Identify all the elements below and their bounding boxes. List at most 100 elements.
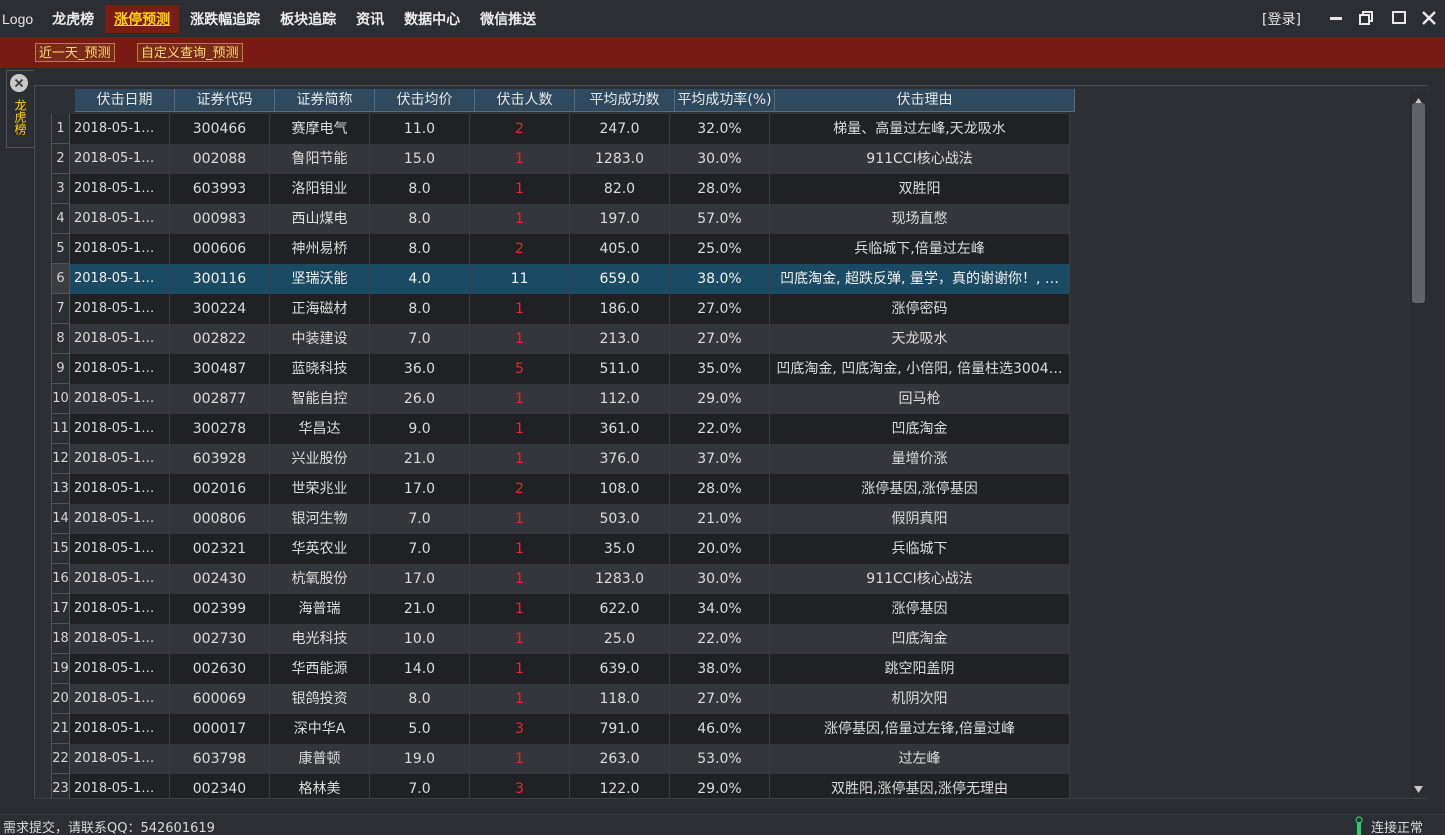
side-tab-longhubang[interactable]: 龙虎榜: [6, 70, 34, 148]
col-header-success-rate[interactable]: 平均成功率(%): [675, 89, 775, 112]
table-row[interactable]: 3 2018-05-1… 603993 洛阳钼业 8.0 1 82.0 28.0% 双胜阳: [51, 174, 1070, 204]
cell-date: 2018-05-1…: [70, 774, 170, 799]
scrollbar-thumb[interactable]: [1412, 103, 1425, 303]
col-header-price[interactable]: 伏击均价: [375, 89, 475, 112]
cell-reason: 过左峰: [770, 744, 1070, 774]
cell-count: 1: [470, 534, 570, 564]
table-row[interactable]: 14 2018-05-1… 000806 银河生物 7.0 1 503.0 21.0% 假阴真阳: [51, 504, 1070, 534]
status-contact-text: 需求提交，请联系QQ：542601619: [3, 821, 215, 835]
table-row[interactable]: 13 2018-05-1… 002016 世荣兆业 17.0 2 108.0 28.0% 涨停基…: [51, 474, 1070, 504]
table-row[interactable]: 8 2018-05-1… 002822 中装建设 7.0 1 213.0 27.0% 天龙吸水: [51, 324, 1070, 354]
table-row[interactable]: 5 2018-05-1… 000606 神州易桥 8.0 2 405.0 25.0% 兵临城下,…: [51, 234, 1070, 264]
cell-reason: 双胜阳: [770, 174, 1070, 204]
cell-code: 002430: [170, 564, 270, 594]
cell-date: 2018-05-1…: [70, 294, 170, 324]
cell-success-rate: 57.0%: [670, 204, 770, 234]
cell-date: 2018-05-1…: [70, 354, 170, 384]
col-header-name[interactable]: 证券简称: [275, 89, 375, 112]
table-row[interactable]: 12 2018-05-1… 603928 兴业股份 21.0 1 376.0 37.0% 量增价…: [51, 444, 1070, 474]
cell-avg-success: 82.0: [570, 174, 670, 204]
cell-date: 2018-05-1…: [70, 624, 170, 654]
cell-price: 8.0: [370, 174, 470, 204]
cell-reason: 911CCI核心战法: [770, 144, 1070, 174]
cell-reason: 凹底淘金, 凹底淘金, 小倍阳, 倍量柱选3004…: [770, 354, 1070, 384]
scroll-up-icon[interactable]: [1413, 92, 1424, 105]
row-number: 13: [51, 474, 70, 504]
table-row[interactable]: 16 2018-05-1… 002430 杭氧股份 17.0 1 1283.0 30.0% 91…: [51, 564, 1070, 594]
table-row[interactable]: 2 2018-05-1… 002088 鲁阳节能 15.0 1 1283.0 30.0% 911…: [51, 144, 1070, 174]
cell-price: 15.0: [370, 144, 470, 174]
row-number: 3: [51, 174, 70, 204]
table-row[interactable]: 22 2018-05-1… 603798 康普顿 19.0 1 263.0 53.0% 过左峰: [51, 744, 1070, 774]
menu-zhangting-yuce[interactable]: 涨停预测: [105, 4, 180, 33]
cell-price: 4.0: [370, 264, 470, 294]
menu-zixun[interactable]: 资讯: [347, 5, 393, 33]
cell-reason: 双胜阳,涨停基因,涨停无理由: [770, 774, 1070, 799]
cell-success-rate: 46.0%: [670, 714, 770, 744]
cell-name: 康普顿: [270, 744, 370, 774]
cell-avg-success: 511.0: [570, 354, 670, 384]
close-icon[interactable]: [10, 74, 28, 92]
cell-code: 002399: [170, 594, 270, 624]
login-link[interactable]: [登录]: [1262, 9, 1301, 29]
cell-count: 3: [470, 774, 570, 799]
col-header-code[interactable]: 证券代码: [175, 89, 275, 112]
row-number: 6: [51, 264, 70, 294]
close-icon[interactable]: [1419, 8, 1439, 28]
table-row[interactable]: 9 2018-05-1… 300487 蓝晓科技 36.0 5 511.0 35.0% 凹底淘金…: [51, 354, 1070, 384]
cell-price: 26.0: [370, 384, 470, 414]
col-header-count[interactable]: 伏击人数: [475, 89, 575, 112]
cell-reason: 量增价涨: [770, 444, 1070, 474]
horizontal-scrollbar[interactable]: [34, 798, 1427, 814]
cell-success-rate: 37.0%: [670, 444, 770, 474]
table-row[interactable]: 23 2018-05-1… 002340 格林美 7.0 3 122.0 29.0% 双胜阳,涨…: [51, 774, 1070, 799]
table-row[interactable]: 6 2018-05-1… 300116 坚瑞沃能 4.0 11 659.0 38.0% 凹底淘金…: [51, 264, 1070, 294]
table-row[interactable]: 19 2018-05-1… 002630 华西能源 14.0 1 639.0 38.0% 跳空阳…: [51, 654, 1070, 684]
cell-count: 1: [470, 654, 570, 684]
cell-avg-success: 1283.0: [570, 564, 670, 594]
cell-avg-success: 118.0: [570, 684, 670, 714]
table-row[interactable]: 18 2018-05-1… 002730 电光科技 10.0 1 25.0 22.0% 凹底淘金: [51, 624, 1070, 654]
cell-code: 600069: [170, 684, 270, 714]
cell-success-rate: 38.0%: [670, 654, 770, 684]
table-row[interactable]: 1 2018-05-1… 300466 赛摩电气 11.0 2 247.0 32.0% 梯量、高…: [51, 114, 1070, 144]
table-row[interactable]: 10 2018-05-1… 002877 智能自控 26.0 1 112.0 29.0% 回马枪: [51, 384, 1070, 414]
col-header-date[interactable]: 伏击日期: [75, 89, 175, 112]
menu-weixin-tuisong[interactable]: 微信推送: [471, 5, 545, 33]
table-row[interactable]: 20 2018-05-1… 600069 银鸽投资 8.0 1 118.0 27.0% 机阴次阳: [51, 684, 1070, 714]
cell-date: 2018-05-1…: [70, 474, 170, 504]
toolbar: 近一天_预测 自定义查询_预测: [0, 37, 1445, 68]
scroll-down-icon[interactable]: [1413, 780, 1424, 793]
menu-zhangdiefu-zhuizong[interactable]: 涨跌幅追踪: [181, 5, 269, 33]
table-row[interactable]: 17 2018-05-1… 002399 海普瑞 21.0 1 622.0 34.0% 涨停基因: [51, 594, 1070, 624]
minimize-icon[interactable]: [1326, 8, 1346, 28]
menu-bankuai-zhuizong[interactable]: 板块追踪: [271, 5, 345, 33]
custom-query-predict-button[interactable]: 自定义查询_预测: [137, 43, 243, 62]
cell-date: 2018-05-1…: [70, 234, 170, 264]
recent-day-predict-button[interactable]: 近一天_预测: [35, 43, 115, 62]
menu-shuju-zhongxin[interactable]: 数据中心: [395, 5, 469, 33]
cell-code: 300116: [170, 264, 270, 294]
cell-count: 1: [470, 684, 570, 714]
cell-code: 002321: [170, 534, 270, 564]
col-header-reason[interactable]: 伏击理由: [775, 89, 1075, 112]
cell-reason: 涨停密码: [770, 294, 1070, 324]
cell-reason: 涨停基因,倍量过左锋,倍量过峰: [770, 714, 1070, 744]
restore-icon[interactable]: [1357, 8, 1377, 28]
cell-count: 1: [470, 174, 570, 204]
cell-name: 中装建设: [270, 324, 370, 354]
cell-name: 格林美: [270, 774, 370, 799]
menu-longhubang[interactable]: 龙虎榜: [43, 5, 103, 33]
table-row[interactable]: 11 2018-05-1… 300278 华昌达 9.0 1 361.0 22.0% 凹底淘金: [51, 414, 1070, 444]
cell-reason: 涨停基因: [770, 594, 1070, 624]
vertical-scrollbar[interactable]: [1410, 91, 1427, 797]
cell-date: 2018-05-1…: [70, 384, 170, 414]
maximize-icon[interactable]: [1389, 8, 1409, 28]
cell-count: 1: [470, 504, 570, 534]
table-row[interactable]: 4 2018-05-1… 000983 西山煤电 8.0 1 197.0 57.0% 现场直憋: [51, 204, 1070, 234]
table-row[interactable]: 15 2018-05-1… 002321 华英农业 7.0 1 35.0 20.0% 兵临城下: [51, 534, 1070, 564]
col-header-avg-success[interactable]: 平均成功数: [575, 89, 675, 112]
table-row[interactable]: 21 2018-05-1… 000017 深中华A 5.0 3 791.0 46.0% 涨停基因…: [51, 714, 1070, 744]
table-row[interactable]: 7 2018-05-1… 300224 正海磁材 8.0 1 186.0 27.0% 涨停密码: [51, 294, 1070, 324]
cell-code: 000806: [170, 504, 270, 534]
